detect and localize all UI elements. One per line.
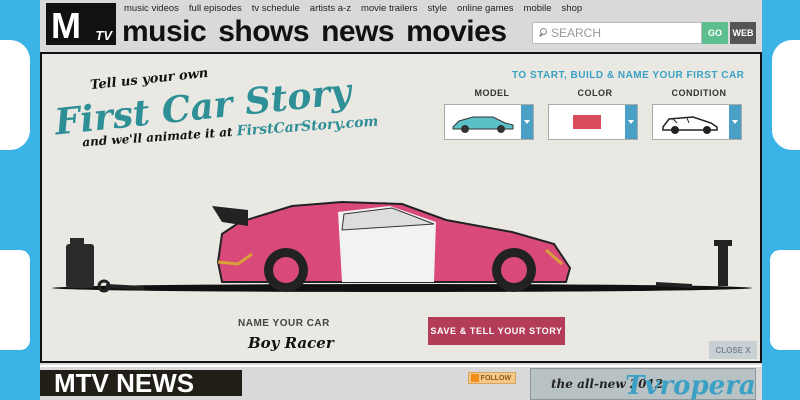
car-model-icon <box>445 105 521 139</box>
nav-shows[interactable]: shows <box>218 15 309 49</box>
divider <box>40 365 762 367</box>
car-icon <box>212 200 572 292</box>
nav-movies[interactable]: movies <box>406 15 507 49</box>
close-promo-button[interactable]: CLOSE X <box>709 341 757 359</box>
subnav-item-style[interactable]: style <box>427 3 447 14</box>
condition-picker[interactable] <box>652 104 742 140</box>
color-picker[interactable] <box>548 104 638 140</box>
mtv-logo[interactable]: M TV <box>46 3 116 46</box>
search-go-button[interactable]: GO <box>702 22 728 44</box>
oil-can-icon <box>66 238 94 288</box>
follow-label: FOLLOW <box>480 374 511 382</box>
ad-line-2: Tvropera <box>625 371 756 400</box>
save-story-button[interactable]: SAVE & TELL YOUR STORY <box>428 317 565 345</box>
news-section-title: MTV NEWS <box>54 368 195 398</box>
first-car-story-promo: Tell us your own First Car Story and we'… <box>40 52 762 363</box>
search-icon <box>538 28 548 38</box>
left-background-art <box>0 0 40 400</box>
picker-label-condition: CONDITION <box>671 88 727 98</box>
subnav-item-shop[interactable]: shop <box>562 3 583 14</box>
subnav-item-mobile[interactable]: mobile <box>524 3 552 14</box>
build-car-title: TO START, BUILD & NAME YOUR FIRST CAR <box>512 70 745 81</box>
ground-line <box>52 284 752 292</box>
nav-music[interactable]: music <box>122 15 207 49</box>
search-input[interactable] <box>551 26 691 40</box>
subnav-item-movie-trailers[interactable]: movie trailers <box>361 3 418 14</box>
search-web-button[interactable]: WEB <box>730 22 756 44</box>
main-column: M TV music videos full episodes tv sched… <box>40 0 762 400</box>
subnav-item-online-games[interactable]: online games <box>457 3 514 14</box>
logo-suffix: TV <box>95 28 112 43</box>
logo-letter: M <box>51 5 81 46</box>
car-name-value[interactable]: Boy Racer <box>248 334 334 352</box>
nav-news[interactable]: news <box>321 15 395 49</box>
picker-label-model: MODEL <box>474 88 510 98</box>
subnav-item-full-episodes[interactable]: full episodes <box>189 3 242 14</box>
subnav-item-artists[interactable]: artists a-z <box>310 3 351 14</box>
subnav-item-tv-schedule[interactable]: tv schedule <box>252 3 300 14</box>
model-picker[interactable] <box>444 104 534 140</box>
sub-navigation: music videos full episodes tv schedule a… <box>124 3 582 14</box>
chevron-down-icon[interactable] <box>729 105 741 139</box>
rss-icon <box>471 374 479 382</box>
right-background-art <box>760 0 800 400</box>
jack-icon <box>655 240 732 288</box>
search-box <box>532 22 702 44</box>
main-navigation: music shows news movies <box>122 15 507 49</box>
subnav-item-music-videos[interactable]: music videos <box>124 3 179 14</box>
chevron-down-icon[interactable] <box>521 105 533 139</box>
color-swatch-icon <box>549 105 625 139</box>
car-condition-icon <box>653 105 729 139</box>
advertisement[interactable]: the all-new 2012 Tvropera <box>530 368 756 400</box>
picker-label-color: COLOR <box>577 88 613 98</box>
chevron-down-icon[interactable] <box>625 105 637 139</box>
follow-button[interactable]: FOLLOW <box>468 372 516 384</box>
name-car-label: NAME YOUR CAR <box>238 318 330 329</box>
